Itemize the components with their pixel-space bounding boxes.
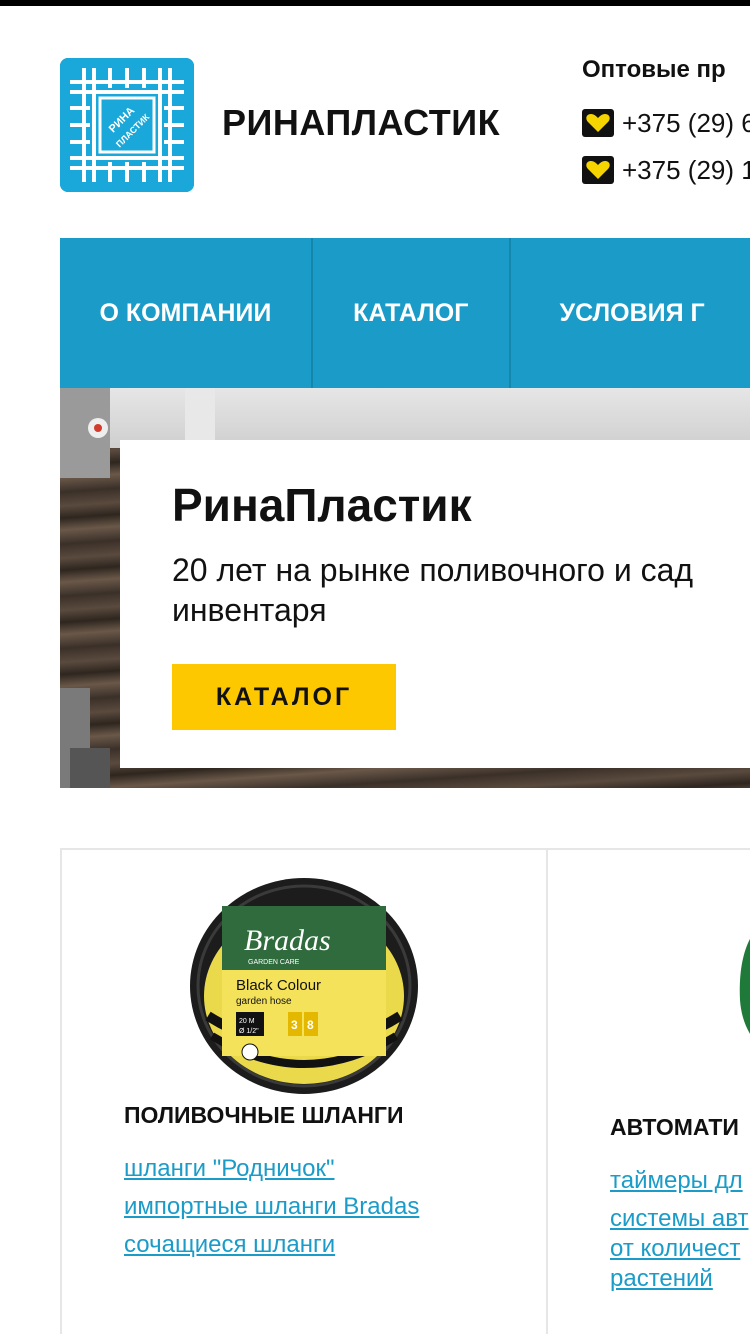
hose-badge-2: 8 xyxy=(307,1018,314,1032)
nav-item-terms[interactable]: УСЛОВИЯ Г xyxy=(511,238,750,388)
hero-card: РинаПластик 20 лет на рынке поливочного … xyxy=(120,440,750,768)
category-links: таймеры дл системы авт от количест расте… xyxy=(610,1166,750,1302)
hose-diameter: Ø 1/2" xyxy=(239,1028,259,1035)
phone-number[interactable]: +375 (29) 6 xyxy=(622,108,750,139)
list-item: шланги "Родничок" xyxy=(124,1154,424,1184)
phone-number[interactable]: +375 (29) 1 xyxy=(622,155,750,186)
nav-item-catalog[interactable]: КАТАЛОГ xyxy=(313,238,511,388)
link-import-hoses[interactable]: импортные шланги Bradas xyxy=(124,1193,419,1220)
category-links: шланги "Родничок" импортные шланги Brada… xyxy=(124,1154,424,1268)
hose-brand: Bradas xyxy=(244,924,331,957)
hose-product-sub: garden hose xyxy=(236,996,292,1007)
hose-length: 20 M xyxy=(239,1018,255,1025)
hose-product: Black Colour xyxy=(236,977,321,994)
wholesale-label: Оптовые пр xyxy=(582,56,726,83)
hero-banner: РинаПластик 20 лет на рынке поливочного … xyxy=(60,388,750,788)
logo[interactable]: РИНА ПЛАСТИК xyxy=(60,58,194,192)
list-item: импортные шланги Bradas xyxy=(124,1192,424,1222)
phone-1[interactable]: +375 (29) 6 xyxy=(582,108,750,138)
hero-title: РинаПластик xyxy=(172,479,472,531)
category-title[interactable]: АВТОМАТИ xyxy=(610,1114,739,1141)
brand-name[interactable]: РИНАПЛАСТИК xyxy=(222,102,500,144)
hose-badge-1: 3 xyxy=(291,1018,298,1032)
hose-brand-sub: GARDEN CARE xyxy=(248,959,300,966)
velcom-heart-icon xyxy=(582,109,614,137)
logo-icon: РИНА ПЛАСТИК xyxy=(60,58,194,192)
list-item: системы авт от количест растений xyxy=(610,1204,750,1294)
main-nav: О КОМПАНИИ КАТАЛОГ УСЛОВИЯ Г xyxy=(60,238,750,388)
category-card-automation[interactable]: АВТОМАТИ таймеры дл системы авт от колич… xyxy=(548,850,750,1334)
link-auto-systems[interactable]: системы авт от количест растений xyxy=(610,1204,750,1294)
catalog-button[interactable]: КАТАЛОГ xyxy=(172,664,396,730)
list-item: сочащиеся шланги xyxy=(124,1230,424,1260)
velcom-heart-icon xyxy=(582,156,614,184)
link-soaker-hoses[interactable]: сочащиеся шланги xyxy=(124,1231,335,1258)
garden-hose-image[interactable]: Bradas GARDEN CARE Black Colour garden h… xyxy=(188,866,420,1098)
top-border xyxy=(0,0,750,6)
category-title[interactable]: ПОЛИВОЧНЫЕ ШЛАНГИ xyxy=(124,1102,404,1129)
hero-subtitle: 20 лет на рынке поливочного и сад инвент… xyxy=(172,552,694,628)
link-rodnichok-hoses[interactable]: шланги "Родничок" xyxy=(124,1155,335,1182)
list-item: таймеры дл xyxy=(610,1166,750,1196)
water-timer-image[interactable] xyxy=(718,910,750,1070)
link-timers[interactable]: таймеры дл xyxy=(610,1167,743,1194)
nav-item-about[interactable]: О КОМПАНИИ xyxy=(60,238,313,388)
category-grid: Bradas GARDEN CARE Black Colour garden h… xyxy=(60,848,750,1334)
phone-2[interactable]: +375 (29) 1 xyxy=(582,155,750,185)
category-card-hoses[interactable]: Bradas GARDEN CARE Black Colour garden h… xyxy=(60,850,548,1334)
